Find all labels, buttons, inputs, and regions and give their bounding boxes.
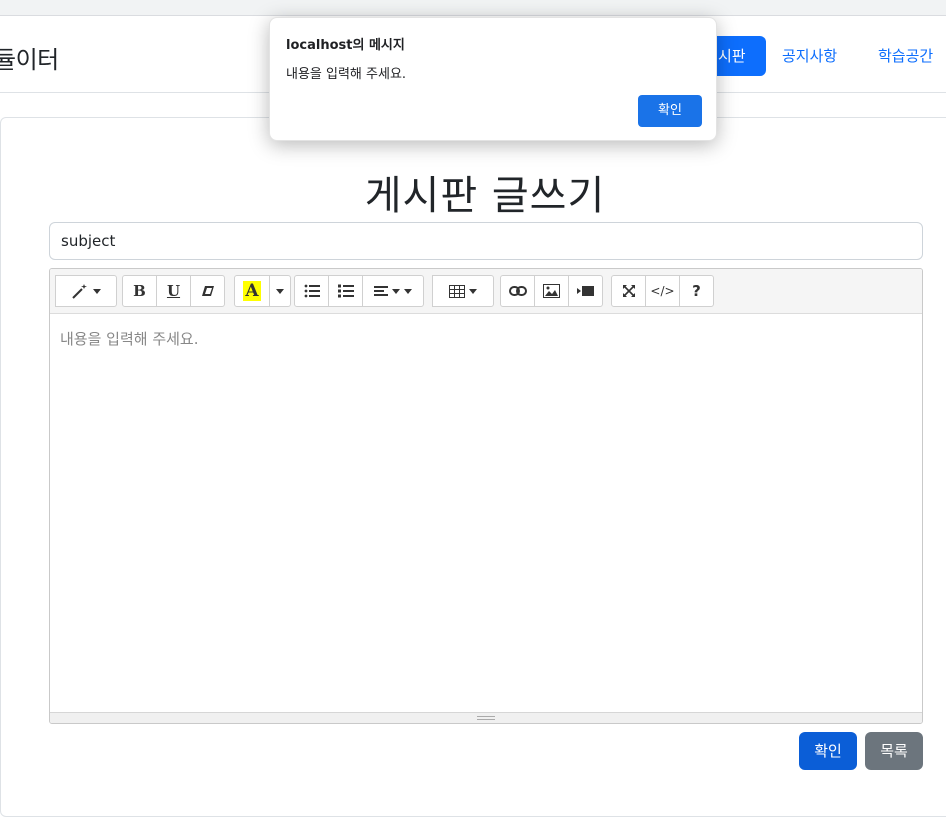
- link-button[interactable]: [500, 275, 535, 307]
- rich-text-editor: B U A </> ? 내용을 입력해 주세요.: [49, 268, 923, 724]
- style-group: [55, 275, 117, 307]
- color-group: A: [234, 275, 291, 307]
- style-magic-button[interactable]: [55, 275, 117, 307]
- dialog-ok-button[interactable]: 확인: [638, 95, 702, 127]
- resize-grip-icon: [477, 716, 495, 720]
- unordered-list-button[interactable]: [294, 275, 329, 307]
- help-button[interactable]: ?: [679, 275, 714, 307]
- chevron-down-icon: [276, 288, 284, 294]
- code-view-button[interactable]: </>: [645, 275, 680, 307]
- dialog-title: localhost의 메시지: [286, 38, 405, 53]
- magic-wand-icon: [72, 284, 87, 299]
- nav-study-space[interactable]: 학습공간: [862, 36, 946, 76]
- video-icon: [577, 286, 594, 296]
- underline-button[interactable]: U: [156, 275, 191, 307]
- font-style-group: B U: [122, 275, 225, 307]
- alert-dialog: localhost의 메시지 내용을 입력해 주세요. 확인: [269, 17, 717, 141]
- font-color-dropdown[interactable]: [269, 275, 291, 307]
- chevron-down-icon: [392, 288, 400, 294]
- image-icon: [543, 284, 560, 298]
- align-button[interactable]: [362, 275, 424, 307]
- font-color-icon: A: [243, 281, 261, 301]
- fullscreen-button[interactable]: [611, 275, 646, 307]
- align-left-icon: [374, 286, 388, 296]
- font-color-button[interactable]: A: [234, 275, 270, 307]
- nav-notice[interactable]: 공지사항: [766, 36, 853, 76]
- browser-chrome-strip: [0, 0, 946, 16]
- table-button[interactable]: [432, 275, 494, 307]
- chevron-down-icon: [469, 288, 477, 294]
- image-button[interactable]: [534, 275, 569, 307]
- numbered-list-icon: [337, 284, 354, 298]
- subject-input[interactable]: [49, 222, 923, 260]
- expand-icon: [622, 285, 635, 297]
- view-group: </> ?: [611, 275, 714, 307]
- table-group: [432, 275, 494, 307]
- dialog-message: 내용을 입력해 주세요.: [286, 67, 407, 82]
- bullet-list-icon: [304, 284, 320, 298]
- site-brand[interactable]: 듈이터: [0, 40, 59, 75]
- confirm-button[interactable]: 확인: [799, 732, 857, 770]
- editor-content-area[interactable]: 내용을 입력해 주세요.: [50, 314, 922, 714]
- editor-toolbar: B U A </> ?: [50, 269, 922, 314]
- list-button[interactable]: 목록: [865, 732, 923, 770]
- chevron-down-icon: [93, 288, 101, 294]
- paragraph-group: [294, 275, 424, 307]
- eraser-icon: [201, 286, 214, 296]
- page-title: 게시판 글쓰기: [364, 173, 606, 219]
- editor-resize-bar[interactable]: [50, 712, 922, 723]
- video-button[interactable]: [568, 275, 603, 307]
- bold-button[interactable]: B: [122, 275, 157, 307]
- chevron-down-icon: [404, 288, 412, 294]
- insert-group: [500, 275, 603, 307]
- ordered-list-button[interactable]: [328, 275, 363, 307]
- clear-format-button[interactable]: [190, 275, 225, 307]
- link-icon: [508, 286, 527, 296]
- table-icon: [449, 284, 465, 298]
